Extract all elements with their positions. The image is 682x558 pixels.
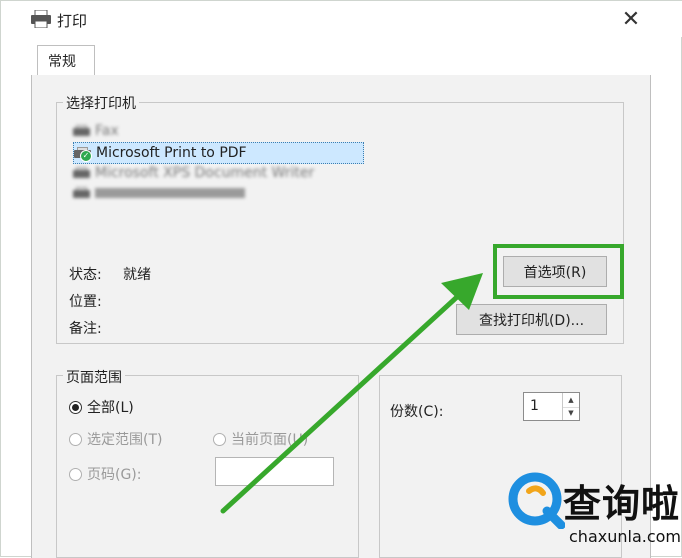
printer-group-label: 选择打印机	[63, 93, 139, 113]
stepper-buttons: ▲ ▼	[562, 393, 579, 420]
printer-name: Microsoft Print to PDF	[96, 145, 247, 161]
printer-name	[95, 188, 245, 198]
radio-pages[interactable]: 页码(G):	[69, 464, 142, 484]
default-check-icon: ✓	[80, 149, 92, 162]
radio-label: 当前页面(U)	[231, 432, 309, 448]
location-label: 位置:	[69, 294, 102, 310]
window-title: 打印	[57, 12, 88, 30]
watermark-en: chaxunla.com	[569, 527, 681, 546]
printer-name: Microsoft XPS Document Writer	[95, 165, 315, 181]
stepper-up-icon[interactable]: ▲	[563, 393, 579, 408]
printer-icon: ✓	[74, 146, 92, 162]
highlight-box	[493, 244, 624, 299]
radio-dot	[213, 432, 226, 446]
search-logo-icon	[508, 472, 565, 529]
copies-stepper[interactable]: 1 ▲ ▼	[523, 392, 580, 421]
page-range-label: 页面范围	[63, 367, 125, 387]
status-value: 就绪	[123, 267, 151, 283]
radio-all-pages[interactable]: 全部(L)	[69, 397, 134, 417]
copies-value: 1	[530, 398, 539, 414]
pages-input[interactable]	[215, 457, 334, 486]
copies-label: 份数(C):	[390, 404, 444, 420]
radio-label: 选定范围(T)	[87, 432, 163, 448]
radio-dot	[69, 400, 82, 414]
printer-item-fax[interactable]: Fax	[73, 121, 119, 141]
printer-icon	[73, 186, 91, 200]
find-printer-button[interactable]: 查找打印机(D)...	[456, 304, 607, 335]
watermark-cn: 查询啦	[563, 482, 681, 526]
radio-selection[interactable]: 选定范围(T)	[69, 429, 162, 449]
radio-label: 页码(G):	[87, 467, 142, 483]
comment-label: 备注:	[69, 321, 102, 337]
status-label: 状态:	[69, 267, 102, 283]
printer-item-xps[interactable]: Microsoft XPS Document Writer	[73, 163, 314, 183]
printer-icon	[73, 124, 91, 138]
radio-dot	[69, 467, 82, 481]
print-dialog: 打印 ✕ 常规 选择打印机 Fax ✓ Microsoft Print to P…	[0, 0, 682, 558]
close-button[interactable]: ✕	[617, 5, 645, 33]
tab-strip: 常规	[31, 45, 651, 76]
printer-icon	[31, 10, 51, 28]
printer-item-pdf[interactable]: ✓ Microsoft Print to PDF	[73, 142, 364, 164]
printer-icon	[73, 166, 91, 180]
printer-list[interactable]: Fax ✓ Microsoft Print to PDF Microsoft X…	[73, 119, 373, 229]
title-bar: 打印 ✕	[1, 1, 682, 37]
radio-dot	[69, 432, 82, 446]
printer-item-other[interactable]	[73, 183, 245, 203]
tab-general[interactable]: 常规	[37, 45, 95, 75]
stepper-down-icon[interactable]: ▼	[563, 407, 579, 421]
watermark-logo: 查询啦 chaxunla.com	[499, 463, 681, 555]
printer-name: Fax	[95, 123, 119, 139]
radio-label: 全部(L)	[87, 400, 134, 416]
radio-current-page[interactable]: 当前页面(U)	[213, 429, 308, 449]
